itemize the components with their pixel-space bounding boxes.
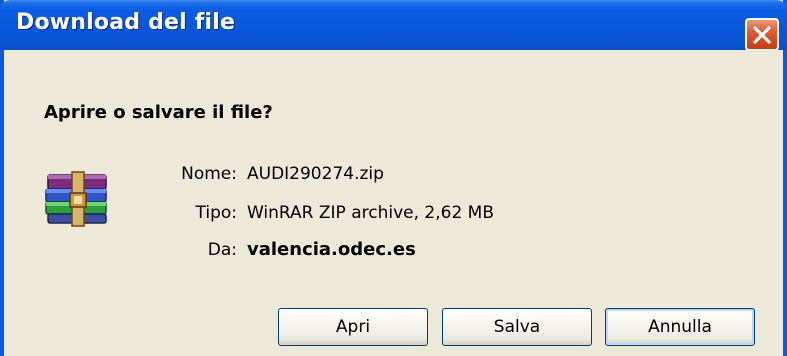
winrar-archive-icon [45,171,107,227]
type-label: Tipo: [195,203,237,223]
type-value: WinRAR ZIP archive, 2,62 MB [247,203,495,223]
name-label: Nome: [181,164,237,184]
from-label: Da: [207,240,237,260]
dialog-body: Aprire o salvare il file? Nome: AUDI2902… [4,50,783,356]
name-value: AUDI290274.zip [247,164,384,184]
window-title: Download del file [16,10,236,35]
open-button[interactable]: Apri [278,308,428,346]
dialog-question: Aprire o salvare il file? [44,102,273,123]
close-button[interactable] [745,18,779,51]
save-button[interactable]: Salva [442,308,592,346]
title-bar[interactable]: Download del file [0,0,787,51]
from-value: valencia.odec.es [247,239,416,260]
close-icon [753,26,771,44]
cancel-button[interactable]: Annulla [605,308,755,346]
download-dialog: Download del file Aprire o salvare il fi… [0,0,787,356]
